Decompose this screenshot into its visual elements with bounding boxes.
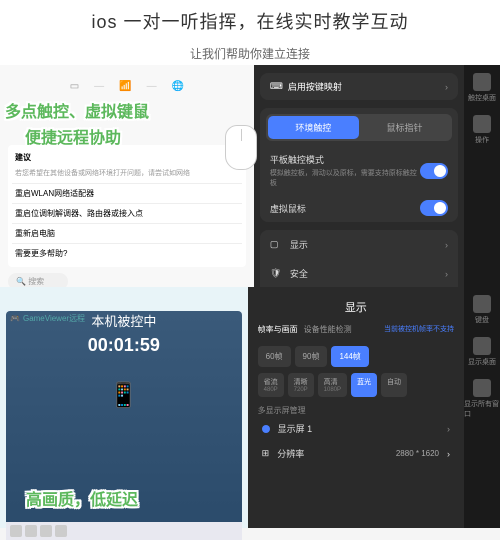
task-icon[interactable] [55, 525, 67, 537]
touch-desktop-icon [473, 73, 491, 91]
sidebar-item-operate[interactable]: 操作 [473, 115, 491, 145]
display-icon: ▢ [270, 239, 282, 251]
sidebar-item-show-windows[interactable]: 显示所有窗口 [464, 379, 500, 419]
virtual-mouse-toggle[interactable] [420, 200, 448, 216]
task-icon[interactable] [10, 525, 22, 537]
laptop-icon: ▭ [70, 81, 79, 92]
sidebar-item-show-desktop[interactable]: 显示桌面 [468, 337, 496, 367]
phone-icon: 📱 [6, 381, 242, 410]
shield-icon: 🛡 [270, 268, 282, 280]
tab-framerate[interactable]: 帧率与画面 [258, 324, 298, 335]
controlled-panel: 🎮 GameViewer远程 本机被控中 00:01:59 📱 高画质，低延迟 [0, 287, 248, 528]
resolution-row[interactable]: ⊞ 分辨率 2880 * 1620 › [258, 441, 454, 466]
keymap-icon: ⌨ [270, 81, 282, 93]
app-logo-icon: 🎮 [10, 314, 20, 323]
rate-warning: 当前被控机帧率不支持 [384, 324, 454, 335]
display-panel-title: 显示 [258, 295, 454, 319]
keyboard-icon [473, 295, 491, 313]
suggestion-item[interactable]: 重启WLAN网络适配器 [12, 183, 242, 203]
touch-mode-toggle[interactable] [420, 163, 448, 179]
page-subtitle: 让我们帮助你建立连接 [0, 42, 500, 65]
task-icon[interactable] [40, 525, 52, 537]
right-sidebar-bottom: 键盘 显示桌面 显示所有窗口 [464, 287, 500, 528]
fps-60-option[interactable]: 60帧 [258, 346, 291, 367]
radio-selected-icon [262, 425, 270, 433]
quality-hd-option[interactable]: 高清 1080P [318, 373, 347, 397]
quality-bluray-option[interactable]: 蓝光 [351, 373, 377, 397]
settings-panel-top: ⌨ 启用按键映射 › 环境触控 鼠标指针 平板触控模式 模拟触控板，滑动以及原标… [254, 65, 464, 287]
tab-mouse-pointer[interactable]: 鼠标指针 [359, 116, 450, 139]
tab-device-perf[interactable]: 设备性能检测 [304, 324, 352, 335]
operate-icon [473, 115, 491, 133]
tab-touch[interactable]: 环境触控 [268, 116, 359, 139]
resolution-icon: ⊞ [262, 448, 270, 459]
windows-taskbar [6, 522, 242, 540]
task-icon[interactable] [25, 525, 37, 537]
wifi-icon: 📶 [119, 81, 131, 92]
suggestion-item[interactable]: 重新启电脑 [12, 223, 242, 243]
feature-caption-bottom: 高画质，低延迟 [26, 486, 138, 510]
display-1-item[interactable]: 显示屏 1 › [258, 416, 454, 441]
sidebar-item-touch-desktop[interactable]: 触控桌面 [468, 73, 496, 103]
keymap-row[interactable]: ⌨ 启用按键映射 › [260, 73, 458, 100]
show-desktop-icon [473, 337, 491, 355]
menu-security[interactable]: 🛡 安全 › [260, 259, 458, 288]
suggestion-item[interactable]: 需要更多帮助? [12, 243, 242, 263]
connection-help-panel: ▭ — 📶 — 🌐 多点触控、虚拟键鼠 便捷远程协助 建议 若您希望在其他设备或… [0, 65, 254, 287]
show-windows-icon [473, 379, 491, 397]
mouse-illustration [225, 125, 257, 170]
chevron-right-icon: › [445, 82, 448, 92]
fps-144-option[interactable]: 144帧 [331, 346, 368, 367]
multi-display-heading: 多显示屏管理 [258, 405, 454, 416]
suggestion-item[interactable]: 重启位调制解调器、路由器或接入点 [12, 203, 242, 223]
sidebar-item-keyboard[interactable]: 键盘 [473, 295, 491, 325]
feature-caption-top: 多点触控、虚拟键鼠 便捷远程协助 [5, 100, 149, 151]
display-settings-panel: 显示 帧率与画面 设备性能检测 当前被控机帧率不支持 60帧 90帧 144帧 … [248, 287, 464, 528]
quality-auto-option[interactable]: 自动 [381, 373, 407, 397]
page-title: ios 一对一听指挥，在线实时教学互动 [0, 0, 500, 42]
app-name-bar: 🎮 GameViewer远程 [10, 313, 85, 324]
quality-clear-option[interactable]: 清晰 720P [288, 373, 314, 397]
session-timer: 00:01:59 [6, 335, 242, 356]
globe-icon: 🌐 [172, 81, 184, 92]
menu-display[interactable]: ▢ 显示 › [260, 230, 458, 259]
fps-90-option[interactable]: 90帧 [295, 346, 328, 367]
right-sidebar: 触控桌面 操作 [464, 65, 500, 287]
quality-saver-option[interactable]: 省流 480P [258, 373, 284, 397]
suggestion-list: 建议 若您希望在其他设备或网络环境打开问题，请尝试如网络 重启WLAN网络适配器… [8, 145, 246, 267]
